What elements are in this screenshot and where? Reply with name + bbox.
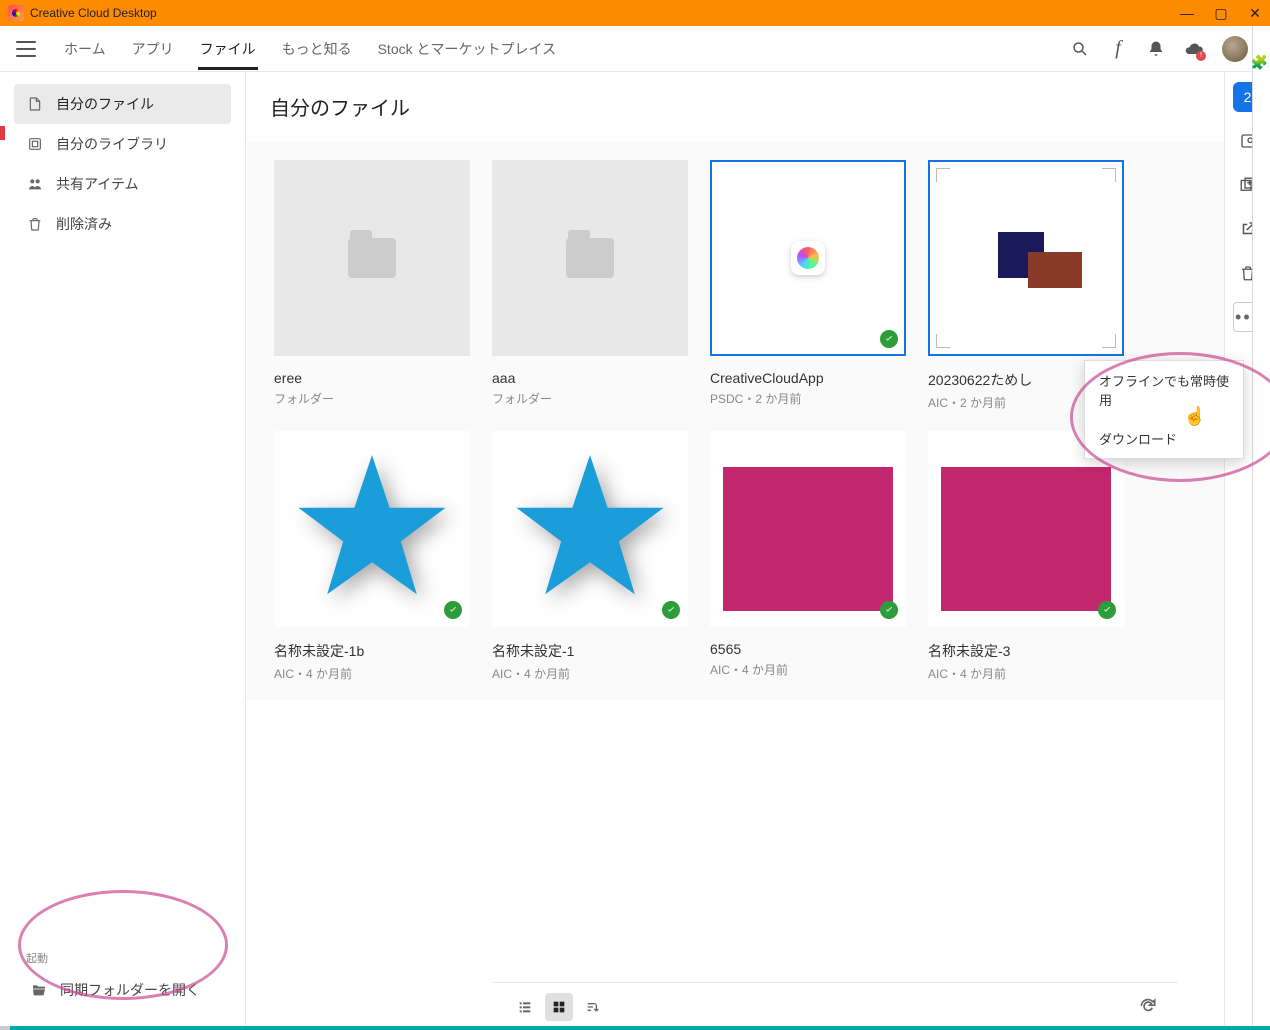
folder-open-icon [30,981,48,999]
file-thumbnail[interactable] [492,160,688,356]
cloud-sync-icon[interactable]: ! [1184,39,1204,59]
synced-badge-icon [662,601,680,619]
file-card: 名称未設定-3 AIC・4 か月前 [928,431,1124,682]
artwork-preview [723,467,893,611]
synced-badge-icon [880,330,898,348]
nav-tabs: ホーム アプリ ファイル もっと知る Stock とマーケットプレイス [52,29,568,69]
synced-badge-icon [444,601,462,619]
window-title-bar: Creative Cloud Desktop — ▢ ✕ [0,0,1270,26]
file-thumbnail[interactable] [492,431,688,627]
sidebar-item-label: 削除済み [56,214,112,234]
file-card: eree フォルダー [274,160,470,411]
share-icon [26,175,44,193]
artwork-preview [510,447,670,612]
taskbar-edge [0,1026,1270,1030]
file-icon [26,95,44,113]
sidebar-item-label: 同期フォルダーを開く [60,980,200,1000]
file-thumbnail[interactable] [710,431,906,627]
creative-cloud-app-icon [791,241,825,275]
library-icon [26,135,44,153]
user-avatar[interactable] [1222,36,1248,62]
context-menu: オフラインでも常時使用 ダウンロード [1084,360,1244,459]
artwork-preview [292,447,452,612]
file-title: 名称未設定-1b [274,641,470,661]
file-meta: AIC・4 か月前 [928,665,1124,682]
view-list-button[interactable] [511,993,539,1021]
artwork-preview [928,160,1124,356]
file-thumbnail[interactable] [928,160,1124,356]
sidebar-item-label: 自分のライブラリ [56,134,168,154]
sidebar-item-label: 共有アイテム [56,174,139,194]
artwork-preview [941,467,1111,611]
file-title: CreativeCloudApp [710,370,906,386]
sidebar: 自分のファイル 自分のライブラリ 共有アイテム 削除済み [0,72,246,1030]
window-minimize-button[interactable]: — [1180,6,1194,20]
file-card: 名称未設定-1 AIC・4 か月前 [492,431,688,682]
view-grid-button[interactable] [545,993,573,1021]
window-maximize-button[interactable]: ▢ [1214,6,1228,20]
file-card: aaa フォルダー [492,160,688,411]
page-title: 自分のファイル [270,92,1200,121]
sidebar-item-label: 自分のファイル [56,94,154,114]
folder-icon [348,238,396,278]
edge-decoration [0,56,5,176]
file-thumbnail[interactable] [928,431,1124,627]
file-title: 名称未設定-3 [928,641,1124,661]
file-meta: AIC・4 か月前 [710,661,906,678]
sidebar-item-shared[interactable]: 共有アイテム [14,164,231,204]
nav-tab-discover[interactable]: もっと知る [270,29,364,69]
file-thumbnail[interactable] [710,160,906,356]
sidebar-item-libraries[interactable]: 自分のライブラリ [14,124,231,164]
context-menu-item-offline[interactable]: オフラインでも常時使用 [1085,361,1243,419]
file-card: 6565 AIC・4 か月前 [710,431,906,682]
file-title: eree [274,370,470,386]
files-grid: eree フォルダー aaa フォルダー CreativeCloudApp PSDC・2 … [260,160,1210,682]
sidebar-item-deleted[interactable]: 削除済み [14,204,231,244]
content-area: 自分のファイル eree フォルダー aaa フォルダー CreativeCloudAp… [246,72,1224,1030]
nav-tab-apps[interactable]: アプリ [120,29,186,69]
file-meta: AIC・4 か月前 [274,665,470,682]
notifications-icon[interactable] [1146,39,1166,59]
file-card: 名称未設定-1b AIC・4 か月前 [274,431,470,682]
file-meta: フォルダー [274,390,470,407]
app-icon [8,5,24,21]
nav-tab-stock[interactable]: Stock とマーケットプレイス [366,29,568,69]
file-thumbnail[interactable] [274,431,470,627]
file-card: CreativeCloudApp PSDC・2 か月前 [710,160,906,411]
sidebar-item-open-sync-folder[interactable]: 同期フォルダーを開く [18,972,227,1008]
refresh-button[interactable] [1138,996,1160,1018]
menu-toggle-button[interactable] [16,41,36,57]
folder-icon [566,238,614,278]
file-title: aaa [492,370,688,386]
file-thumbnail[interactable] [274,160,470,356]
fonts-icon[interactable]: f [1108,39,1128,59]
window-close-button[interactable]: ✕ [1248,6,1262,20]
footer-toolbar [493,982,1178,1030]
file-title: 名称未設定-1 [492,641,688,661]
trash-icon [26,215,44,233]
file-meta: AIC・4 か月前 [492,665,688,682]
synced-badge-icon [880,601,898,619]
sidebar-item-my-files[interactable]: 自分のファイル [14,84,231,124]
window-title: Creative Cloud Desktop [30,6,157,20]
search-icon[interactable] [1070,39,1090,59]
top-nav: ホーム アプリ ファイル もっと知る Stock とマーケットプレイス f ! [0,26,1270,72]
file-meta: フォルダー [492,390,688,407]
extensions-icon[interactable]: 🧩 [1251,54,1268,71]
file-meta: PSDC・2 か月前 [710,390,906,407]
file-title: 6565 [710,641,906,657]
sidebar-section-label: 起動 [18,950,227,966]
context-menu-item-download[interactable]: ダウンロード [1085,419,1243,458]
sort-button[interactable] [579,993,607,1021]
nav-tab-files[interactable]: ファイル [188,29,268,69]
synced-badge-icon [1098,601,1116,619]
nav-tab-home[interactable]: ホーム [52,29,118,69]
browser-extension-strip [1252,26,1270,1030]
